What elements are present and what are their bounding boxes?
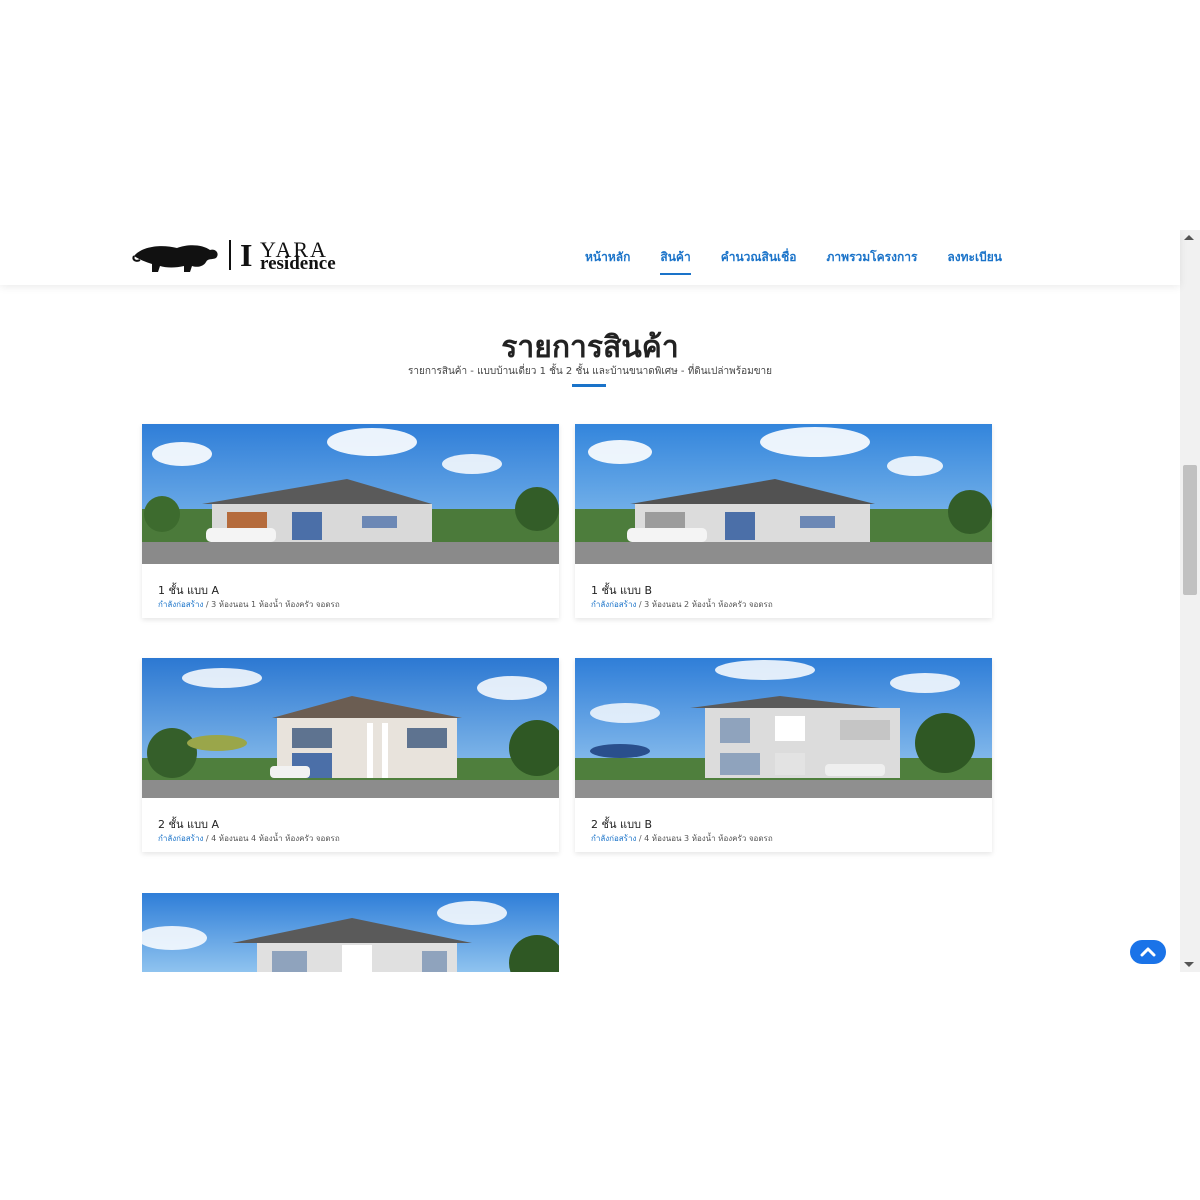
product-image[interactable]	[575, 658, 992, 798]
nav-loan-calculator[interactable]: คำนวณสินเชื่อ	[706, 248, 812, 267]
status-badge: กำลังก่อสร้าง	[591, 834, 637, 843]
nav-home[interactable]: หน้าหลัก	[570, 248, 645, 267]
product-card-4[interactable]: 2 ชั้น แบบ B กำลังก่อสร้าง / 4 ห้องนอน 3…	[575, 658, 992, 852]
product-image[interactable]	[142, 424, 559, 564]
product-title[interactable]: 1 ชั้น แบบ A	[158, 581, 219, 599]
section-subtitle: รายการสินค้า - แบบบ้านเดี่ยว 1 ชั้น 2 ชั…	[407, 366, 773, 377]
nav-register[interactable]: ลงทะเบียน	[932, 248, 1017, 267]
chevron-up-icon	[1140, 947, 1156, 957]
status-badge: กำลังก่อสร้าง	[591, 600, 637, 609]
main-nav: หน้าหลัก สินค้า คำนวณสินเชื่อ ภาพรวมโครง…	[570, 248, 1017, 275]
scroll-up-arrow[interactable]	[1184, 235, 1194, 240]
product-meta: กำลังก่อสร้าง / 4 ห้องนอน 4 ห้องน้ำ ห้อง…	[158, 832, 340, 845]
status-badge: กำลังก่อสร้าง	[158, 834, 204, 843]
scroll-thumb[interactable]	[1183, 465, 1197, 595]
section-divider	[572, 384, 606, 387]
product-meta: กำลังก่อสร้าง / 3 ห้องนอน 2 ห้องน้ำ ห้อง…	[591, 598, 773, 611]
product-card-2[interactable]: 1 ชั้น แบบ B กำลังก่อสร้าง / 3 ห้องนอน 2…	[575, 424, 992, 618]
product-title[interactable]: 2 ชั้น แบบ B	[591, 815, 652, 833]
product-card-5[interactable]	[142, 893, 559, 972]
product-details: / 4 ห้องนอน 3 ห้องน้ำ ห้องครัว จอดรถ	[636, 834, 773, 843]
logo-initial: I	[240, 237, 253, 273]
back-to-top-button[interactable]	[1130, 940, 1166, 964]
product-meta: กำลังก่อสร้าง / 3 ห้องนอน 1 ห้องน้ำ ห้อง…	[158, 598, 340, 611]
logo-sub: residence	[260, 253, 336, 274]
product-meta: กำลังก่อสร้าง / 4 ห้องนอน 3 ห้องน้ำ ห้อง…	[591, 832, 773, 845]
product-details: / 3 ห้องนอน 1 ห้องน้ำ ห้องครัว จอดรถ	[203, 600, 340, 609]
elephant-icon	[132, 245, 218, 272]
logo-divider	[229, 240, 231, 270]
product-details: / 4 ห้องนอน 4 ห้องน้ำ ห้องครัว จอดรถ	[203, 834, 340, 843]
product-image[interactable]	[142, 658, 559, 798]
status-badge: กำลังก่อสร้าง	[158, 600, 204, 609]
product-card-3[interactable]: 2 ชั้น แบบ A กำลังก่อสร้าง / 4 ห้องนอน 4…	[142, 658, 559, 852]
product-title[interactable]: 1 ชั้น แบบ B	[591, 581, 652, 599]
product-title[interactable]: 2 ชั้น แบบ A	[158, 815, 219, 833]
nav-products[interactable]: สินค้า	[645, 248, 705, 275]
nav-project-overview[interactable]: ภาพรวมโครงการ	[812, 248, 933, 267]
site-logo[interactable]: I YARA residence	[132, 237, 377, 278]
product-image[interactable]	[142, 893, 559, 972]
product-details: / 3 ห้องนอน 2 ห้องน้ำ ห้องครัว จอดรถ	[636, 600, 773, 609]
product-image[interactable]	[575, 424, 992, 564]
site-header: I YARA residence หน้าหลัก สินค้า คำนวณสิ…	[0, 230, 1180, 285]
scroll-down-arrow[interactable]	[1184, 962, 1194, 967]
product-card-1[interactable]: 1 ชั้น แบบ A กำลังก่อสร้าง / 3 ห้องนอน 1…	[142, 424, 559, 618]
page-scrollbar[interactable]	[1180, 230, 1200, 972]
browser-viewport: I YARA residence หน้าหลัก สินค้า คำนวณสิ…	[0, 230, 1200, 972]
